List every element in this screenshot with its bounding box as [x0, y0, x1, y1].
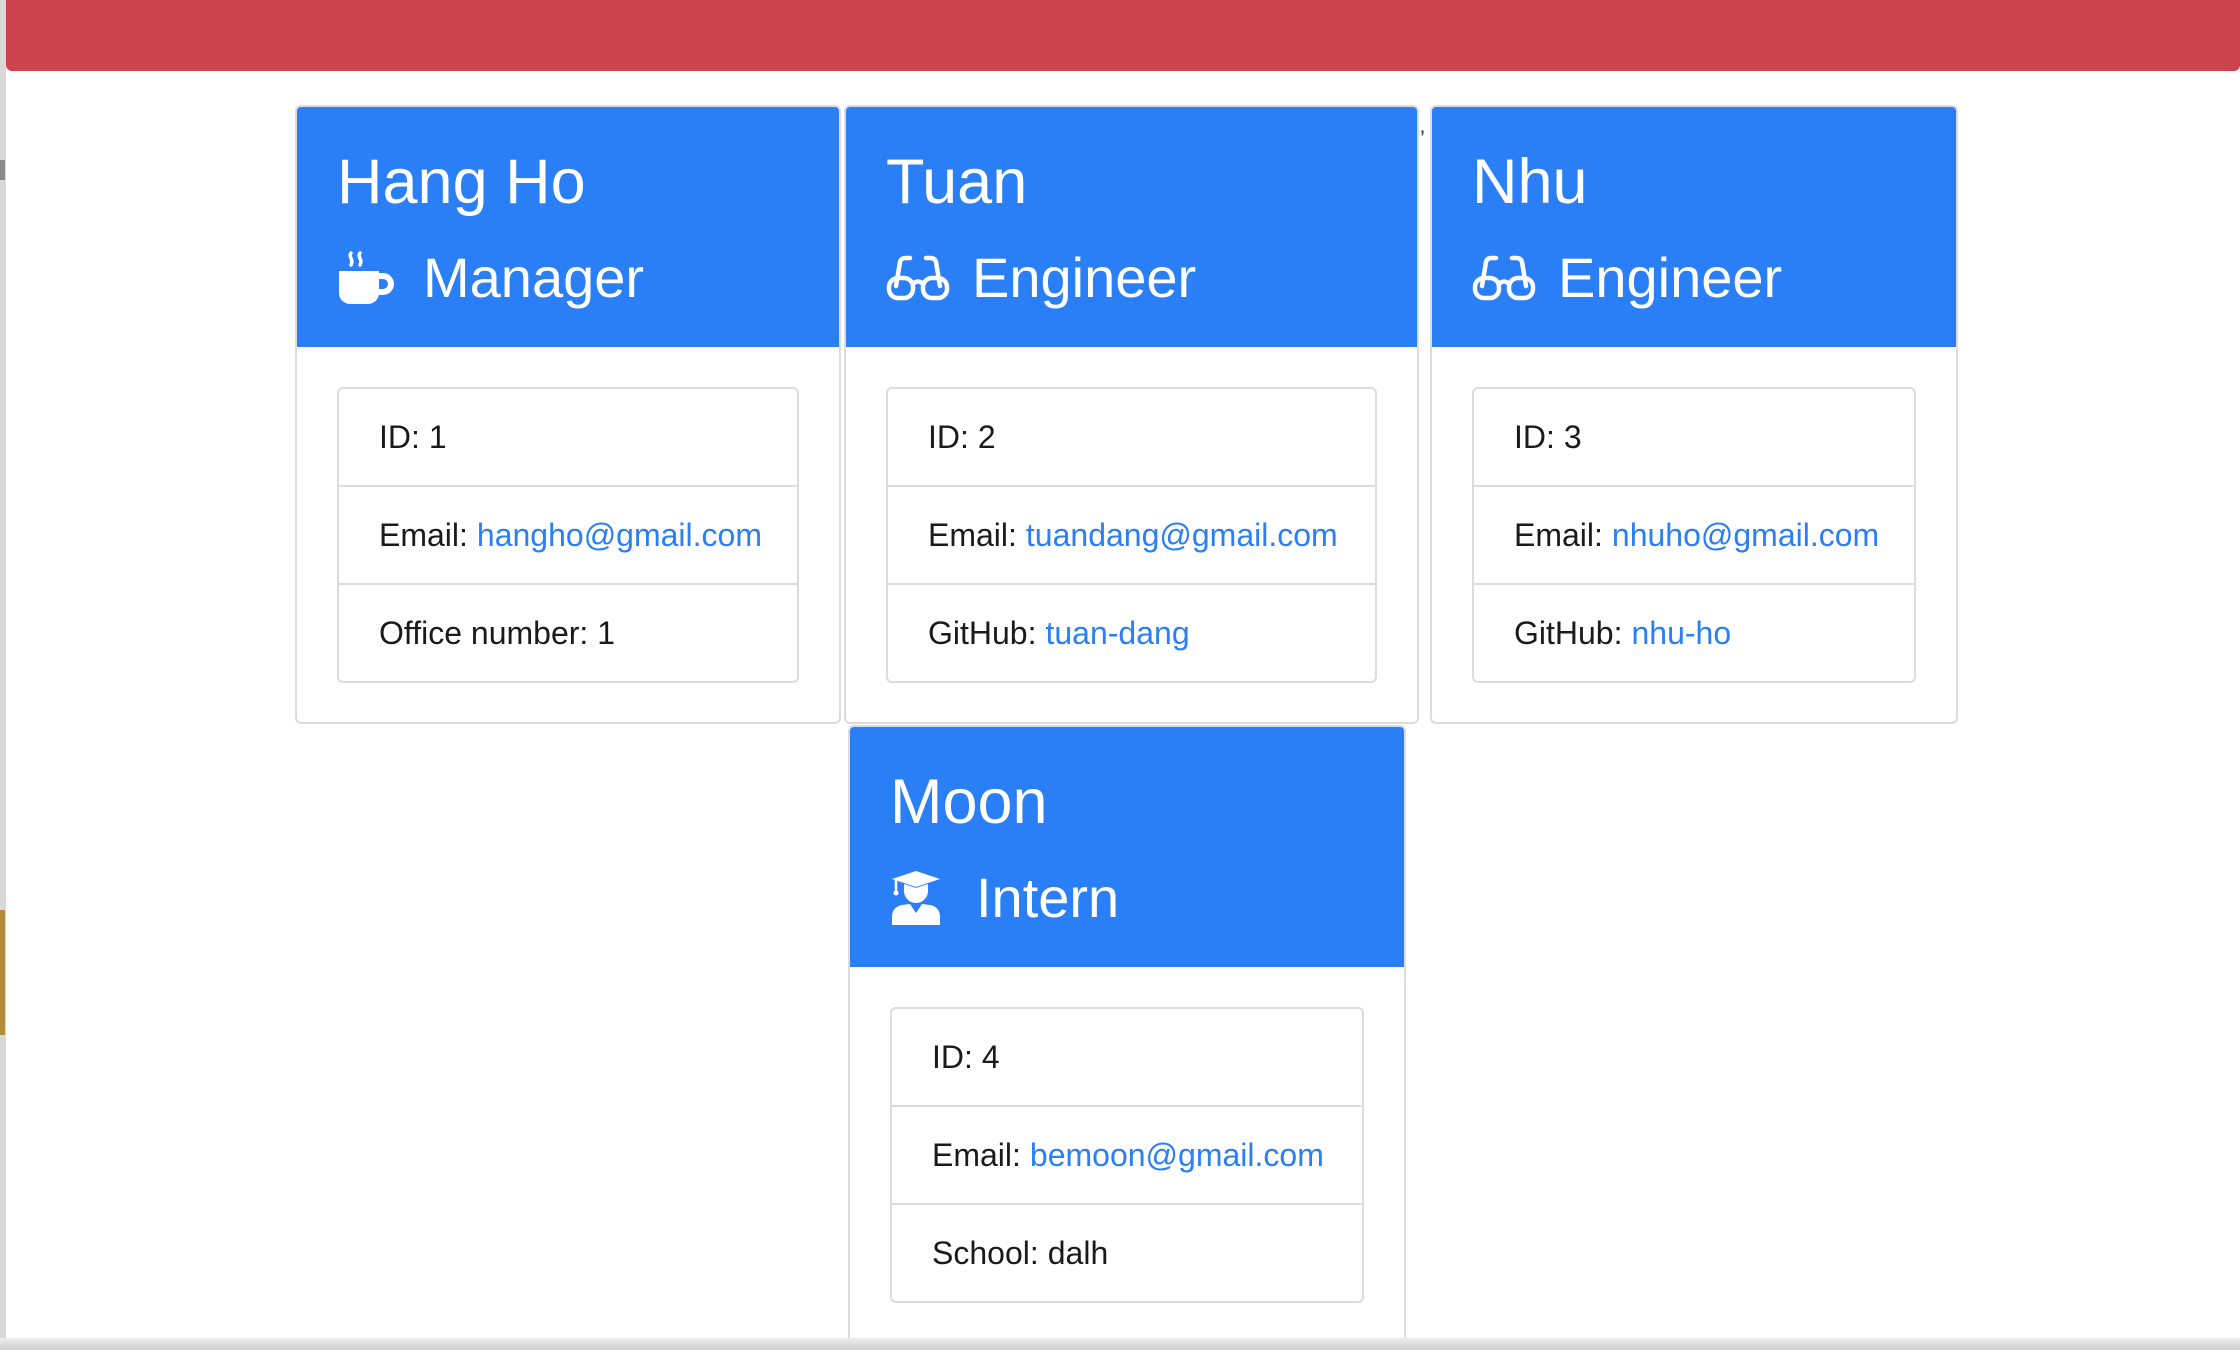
- card-body: ID: 4 Email: bemoon@gmail.com School: da…: [850, 967, 1404, 1343]
- id-label: ID:: [1514, 418, 1555, 455]
- id-value: 4: [981, 1038, 1000, 1075]
- employee-name: Moon: [890, 767, 1048, 837]
- info-list: ID: 4 Email: bemoon@gmail.com School: da…: [890, 1007, 1364, 1303]
- id-label: ID:: [932, 1038, 973, 1075]
- role-label: Engineer: [972, 246, 1197, 309]
- office-number-label: Office number:: [379, 614, 589, 651]
- info-list: ID: 3 Email: nhuho@gmail.com GitHub: nhu…: [1472, 387, 1916, 683]
- github-item: GitHub: tuan-dang: [888, 583, 1375, 681]
- email-link[interactable]: hangho@gmail.com: [477, 517, 762, 554]
- github-label: GitHub:: [1514, 614, 1623, 651]
- github-label: GitHub:: [928, 614, 1037, 651]
- github-link[interactable]: tuan-dang: [1045, 615, 1189, 652]
- employee-card-engineer-tuan: Tuan Engineer ID: 2 Email: tuandang@gmai…: [844, 105, 1419, 724]
- employee-name: Nhu: [1472, 147, 1588, 217]
- id-item: ID: 2: [888, 389, 1375, 485]
- email-item: Email: bemoon@gmail.com: [892, 1105, 1362, 1203]
- glasses-icon: [886, 246, 950, 310]
- card-header: Tuan Engineer: [846, 107, 1417, 347]
- employee-role: Engineer: [1472, 240, 1956, 315]
- employee-card-engineer-nhu: Nhu Engineer ID: 3 Email: nhuho@gmail.co…: [1430, 105, 1958, 724]
- employee-name: Tuan: [886, 147, 1028, 217]
- email-label: Email:: [928, 516, 1017, 553]
- card-header: Hang Ho Manager: [297, 107, 839, 347]
- email-label: Email:: [1514, 516, 1603, 553]
- role-label: Engineer: [1558, 246, 1783, 309]
- employee-card-intern: Moon Intern ID: 4 Email: bemoon@gmail.co…: [848, 725, 1406, 1345]
- id-value: 1: [428, 418, 447, 455]
- email-label: Email:: [379, 516, 468, 553]
- role-label: Manager: [423, 246, 645, 309]
- window-left-edge: [0, 0, 6, 1350]
- github-item: GitHub: nhu-ho: [1474, 583, 1914, 681]
- id-value: 3: [1563, 418, 1582, 455]
- email-item: Email: tuandang@gmail.com: [888, 485, 1375, 583]
- employee-name: Hang Ho: [337, 147, 586, 217]
- info-list: ID: 1 Email: hangho@gmail.com Office num…: [337, 387, 799, 683]
- id-value: 2: [977, 418, 996, 455]
- card-header: Nhu Engineer: [1432, 107, 1956, 347]
- office-number-item: Office number: 1: [339, 583, 797, 681]
- card-header: Moon Intern: [850, 727, 1404, 967]
- card-body: ID: 2 Email: tuandang@gmail.com GitHub: …: [846, 347, 1417, 722]
- stray-mark: ’: [1420, 126, 1425, 151]
- id-item: ID: 4: [892, 1009, 1362, 1105]
- role-label: Intern: [976, 866, 1120, 929]
- email-item: Email: hangho@gmail.com: [339, 485, 797, 583]
- id-item: ID: 3: [1474, 389, 1914, 485]
- school-label: School:: [932, 1234, 1039, 1271]
- id-label: ID:: [379, 418, 420, 455]
- school-item: School: dalh: [892, 1203, 1362, 1301]
- card-body: ID: 3 Email: nhuho@gmail.com GitHub: nhu…: [1432, 347, 1956, 722]
- email-link[interactable]: tuandang@gmail.com: [1026, 517, 1338, 554]
- card-body: ID: 1 Email: hangho@gmail.com Office num…: [297, 347, 839, 722]
- email-link[interactable]: nhuho@gmail.com: [1612, 517, 1879, 554]
- employee-role: Manager: [337, 240, 839, 315]
- employee-card-manager: Hang Ho Manager ID: 1 Email: hangho@gmai…: [295, 105, 841, 724]
- email-link[interactable]: bemoon@gmail.com: [1030, 1137, 1324, 1174]
- email-label: Email:: [932, 1136, 1021, 1173]
- school-value: dalh: [1047, 1234, 1109, 1271]
- employee-role: Intern: [890, 860, 1404, 935]
- id-label: ID:: [928, 418, 969, 455]
- graduate-icon: [890, 866, 954, 930]
- github-link[interactable]: nhu-ho: [1631, 615, 1731, 652]
- office-number-value: 1: [597, 614, 616, 651]
- page-header-bar: [6, 0, 2240, 71]
- coffee-icon: [337, 246, 401, 310]
- employee-role: Engineer: [886, 240, 1417, 315]
- email-item: Email: nhuho@gmail.com: [1474, 485, 1914, 583]
- window-bottom-edge: [0, 1338, 2240, 1350]
- glasses-icon: [1472, 246, 1536, 310]
- id-item: ID: 1: [339, 389, 797, 485]
- info-list: ID: 2 Email: tuandang@gmail.com GitHub: …: [886, 387, 1377, 683]
